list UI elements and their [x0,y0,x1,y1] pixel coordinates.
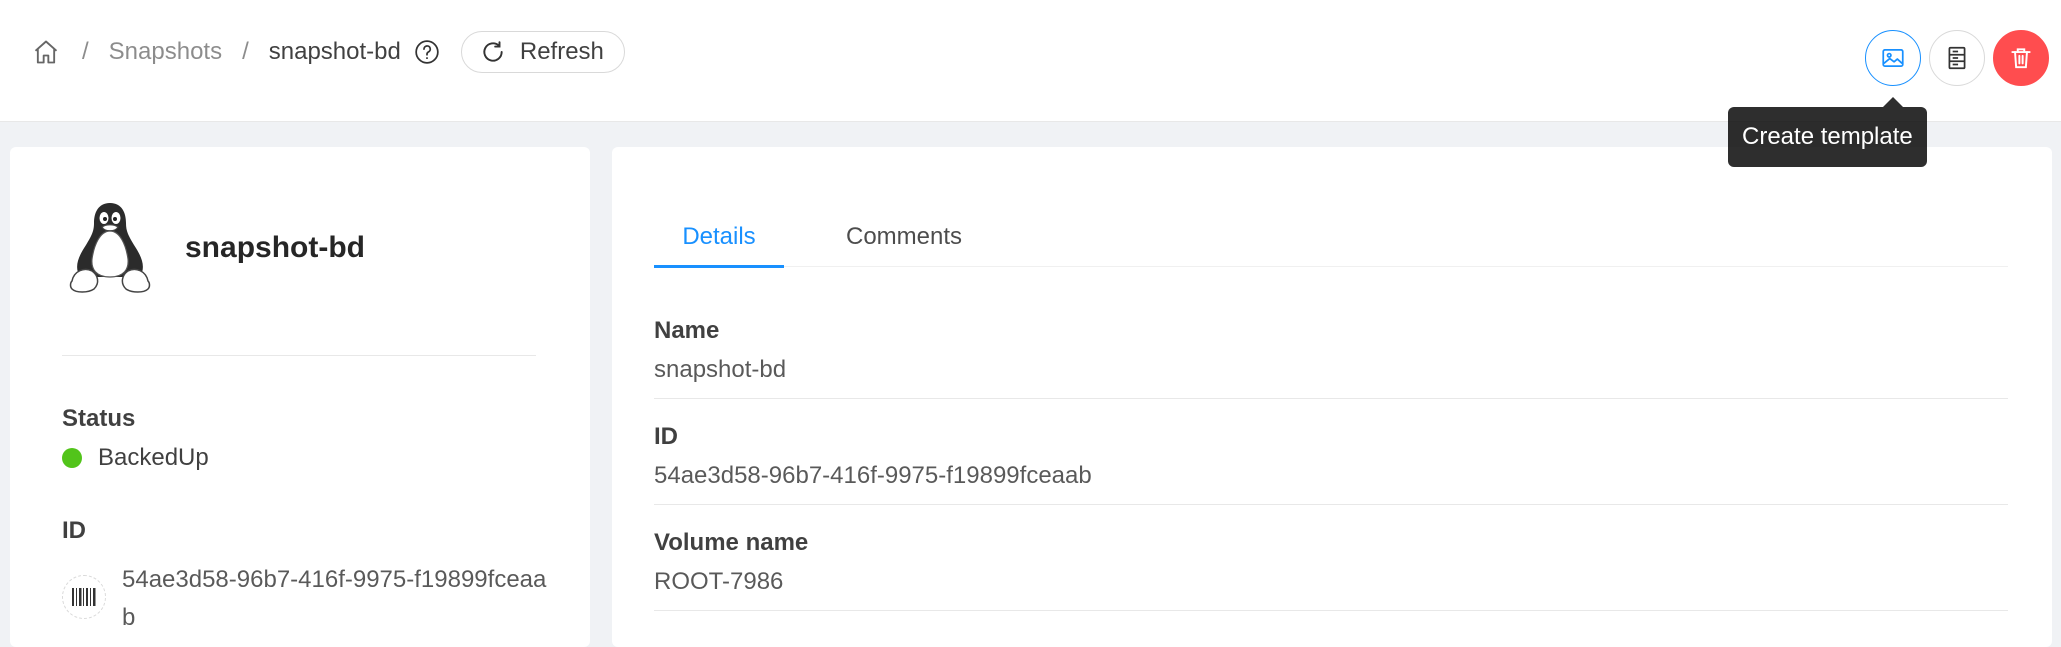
status-value: BackedUp [98,444,209,471]
reload-icon [480,39,506,65]
breadcrumb-separator: / [82,38,89,65]
tab-bar: Details Comments [654,207,2008,268]
linux-penguin-icon [62,197,158,297]
home-icon[interactable] [30,36,62,68]
detail-label: Name [654,317,720,344]
detail-value: 54ae3d58-96b7-416f-9975-f19899fceaab [654,462,1092,489]
trash-icon [2008,45,2034,71]
detail-label: Volume name [654,529,809,556]
detail-row-volume-name: Volume name ROOT-7986 [654,505,2008,611]
breadcrumb: / Snapshots / snapshot-bd Refresh [30,28,625,76]
question-circle-icon[interactable] [413,38,441,66]
page-header: / Snapshots / snapshot-bd Refresh [0,0,2061,122]
breadcrumb-current: snapshot-bd [268,38,401,65]
id-label: ID [62,517,86,544]
refresh-button[interactable]: Refresh [460,31,625,73]
breadcrumb-snapshots-link[interactable]: Snapshots [109,38,222,66]
detail-row-name: Name snapshot-bd [654,293,2008,399]
refresh-button-label: Refresh [519,38,604,65]
status-dot-icon [62,448,82,468]
create-template-button[interactable] [1865,30,1921,86]
divider [62,355,536,356]
detail-label: ID [654,423,678,450]
delete-snapshot-button[interactable] [1993,30,2049,86]
status-badge: BackedUp [62,444,209,472]
resource-info-card: snapshot-bd Status BackedUp ID 54ae3d58-… [10,147,590,647]
tab-comments[interactable]: Comments [814,207,994,267]
breadcrumb-separator: / [242,38,249,65]
hdd-icon [1944,45,1970,71]
barcode-icon[interactable] [62,575,106,619]
detail-row-id: ID 54ae3d58-96b7-416f-9975-f19899fceaab [654,399,2008,505]
detail-value: snapshot-bd [654,356,787,383]
details-card: Details Comments Name snapshot-bd ID 54a… [612,147,2052,647]
tab-details[interactable]: Details [654,207,784,268]
create-volume-button[interactable] [1929,30,1985,86]
status-label: Status [62,405,136,432]
tooltip-arrow [1883,97,1903,107]
id-value[interactable]: 54ae3d58-96b7-416f-9975-f19899fceaab [122,561,552,637]
resource-name: snapshot-bd [185,231,365,264]
picture-icon [1880,45,1906,71]
detail-value: ROOT-7986 [654,568,784,595]
tooltip: Create template [1728,107,1927,167]
